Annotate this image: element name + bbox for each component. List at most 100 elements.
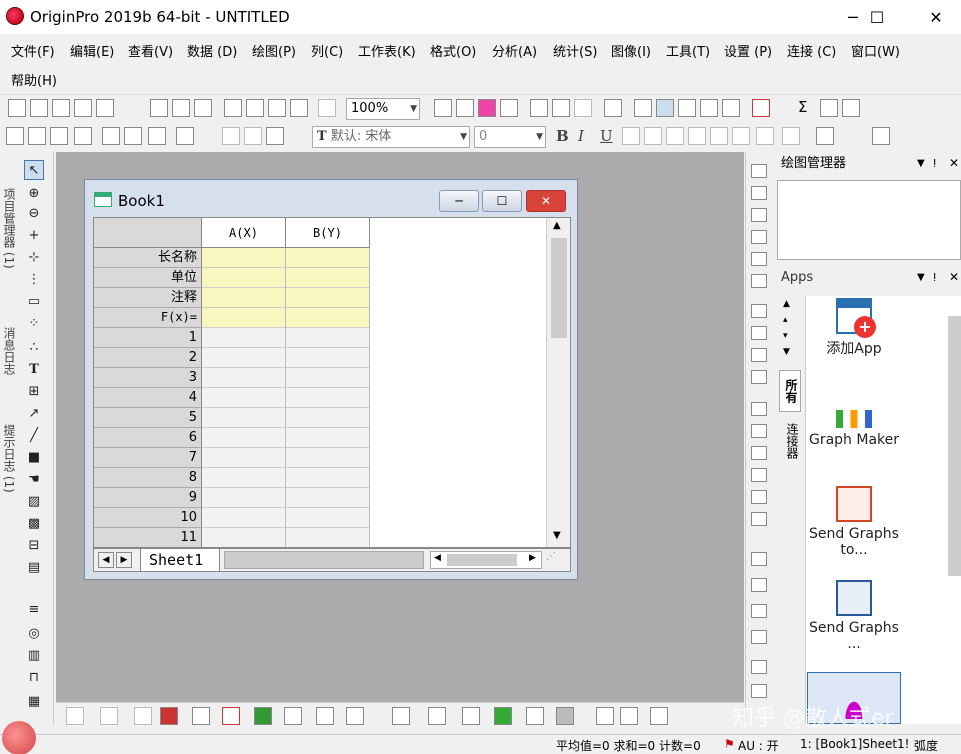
cell[interactable] [286,308,370,328]
new-notes-icon[interactable] [172,99,190,117]
sum-icon[interactable]: Σ [798,98,807,116]
refresh-icon[interactable] [318,99,336,117]
zoom-out-icon[interactable]: ⊖ [24,204,44,224]
add-column-left-icon[interactable] [6,127,24,145]
template-icon[interactable] [346,707,364,725]
align-bottom-icon[interactable] [751,230,767,244]
vertical-scrollbar[interactable]: ▲ ▼ [546,218,570,547]
row-label[interactable]: 6 [94,428,202,448]
supersubscript-icon[interactable] [666,127,684,145]
cell[interactable] [202,348,286,368]
panel-menu-icon[interactable]: ▼ [917,272,925,283]
book-close-button[interactable]: ✕ [526,190,566,212]
scale-icon[interactable] [751,512,767,526]
italic-button[interactable]: I [578,127,584,145]
panel-close-icon[interactable]: ✕ [949,270,959,284]
script-window-icon[interactable] [530,99,548,117]
new-matrix-icon[interactable] [96,99,114,117]
new-layout-icon[interactable] [150,99,168,117]
row-label[interactable]: 1 [94,328,202,348]
smart-hint-icon[interactable] [700,99,718,117]
arrow-icon[interactable]: ↗ [24,404,44,424]
back-icon[interactable] [751,402,767,416]
copy-page-icon[interactable] [478,99,496,117]
align-top-icon[interactable] [751,208,767,222]
cell[interactable] [202,388,286,408]
decrease-font-icon[interactable] [732,127,750,145]
3d-plot-icon[interactable] [392,707,410,725]
app-add-app[interactable]: + 添加App [807,298,901,358]
row-label[interactable]: 2 [94,348,202,368]
rotate-icon[interactable] [751,252,767,266]
set-error-icon[interactable] [124,127,142,145]
open-template-icon[interactable] [246,99,264,117]
greek-icon[interactable] [688,127,706,145]
paste-icon[interactable] [266,127,284,145]
find-icon[interactable] [656,99,674,117]
axis-icon[interactable] [751,490,767,504]
cell[interactable] [202,408,286,428]
pointer-icon[interactable]: ↖ [24,160,44,180]
export-icon[interactable] [456,99,474,117]
column-header-a[interactable]: A(X) [202,218,286,248]
column-plot-icon[interactable] [160,707,178,725]
line-plot-icon[interactable] [66,707,84,725]
cell[interactable] [286,288,370,308]
tab-messages-log[interactable]: 消息日志 [0,306,18,396]
menu-data[interactable]: 数据 (D) [187,41,237,60]
apps-scroll-arrows-icon[interactable]: ▲ ▴ ▾ ▼ [783,296,790,360]
row-label[interactable]: 8 [94,468,202,488]
tab-smart-hint-log[interactable]: 提示日志 (1) [0,408,18,508]
front-icon[interactable] [751,370,767,384]
graph-manager-body[interactable] [777,180,961,260]
sheet-prev-icon[interactable]: ◀ [98,552,114,568]
cell[interactable] [286,508,370,528]
add-column-icon[interactable] [752,99,770,117]
scatter-icon[interactable]: ∴ [24,338,44,358]
panel-menu-icon[interactable]: ▼ [917,158,925,169]
menu-column[interactable]: 列(C) [311,41,343,60]
save-template-icon[interactable] [290,99,308,117]
rectangle-icon[interactable]: ■ [24,448,44,468]
align-left-icon[interactable] [751,164,767,178]
same-height-icon[interactable] [751,468,767,482]
layout-icon[interactable] [751,552,767,566]
row-label-long-name[interactable]: 长名称 [94,248,202,268]
row-label-formula[interactable]: F(x)= [94,308,202,328]
cell[interactable] [202,248,286,268]
scroll-up-icon[interactable]: ▲ [553,220,561,231]
cell[interactable] [202,308,286,328]
menu-image[interactable]: 图像(I) [611,41,651,60]
mask-toggle-icon[interactable] [650,707,668,725]
print-icon[interactable] [434,99,452,117]
status-au[interactable]: AU : 开 [738,737,779,754]
scroll-left-icon[interactable]: ◀ [434,553,441,563]
column-header-b[interactable]: B(Y) [286,218,370,248]
report-icon[interactable]: ▥ [24,646,44,666]
menu-connectivity[interactable]: 连接 (C) [787,41,836,60]
cell[interactable] [286,408,370,428]
command-window-icon[interactable] [552,99,570,117]
statistics-icon[interactable] [820,99,838,117]
zoom-combo[interactable]: 100% ▼ [346,98,420,120]
list-icon[interactable]: ≡ [24,600,44,620]
swap-icon[interactable] [751,660,767,674]
3d-wire-icon[interactable] [462,707,480,725]
row-label[interactable]: 4 [94,388,202,408]
scroll-thumb[interactable] [447,554,517,566]
line-tool-icon[interactable]: ╱ [24,426,44,446]
fill-color-icon[interactable] [872,127,890,145]
cell[interactable] [286,488,370,508]
merge-icon[interactable] [751,578,767,592]
flip-icon[interactable] [751,274,767,288]
scatter-plot-icon[interactable] [100,707,118,725]
project-explorer-icon[interactable] [604,99,622,117]
disregard-icon[interactable] [176,127,194,145]
row-label[interactable]: 3 [94,368,202,388]
mask-icon[interactable] [596,707,614,725]
set-z-icon[interactable] [102,127,120,145]
sheet-tab-sheet1[interactable]: Sheet1 [140,549,220,571]
set-xy-icon[interactable] [74,127,92,145]
panel-close-icon[interactable]: ✕ [949,156,959,170]
app-send-graphs-word[interactable]: Send Graphs ... [807,580,901,652]
